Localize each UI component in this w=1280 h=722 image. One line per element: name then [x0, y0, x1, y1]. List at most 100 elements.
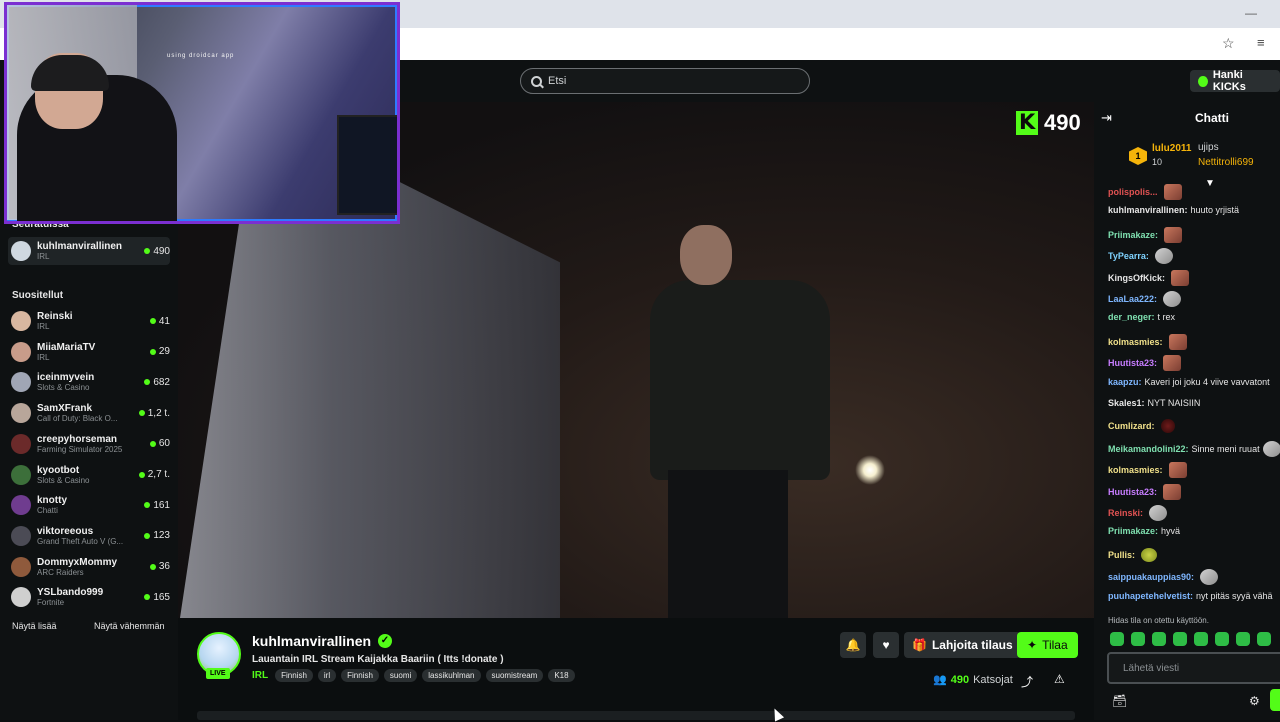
avatar	[11, 403, 31, 424]
sidebar-channel[interactable]: MiiaMariaTV IRL 29	[8, 338, 170, 366]
channel-category: Chatti	[37, 506, 58, 516]
chat-username[interactable]: KingsOfKick:	[1108, 273, 1165, 283]
channel-category: IRL	[37, 252, 50, 261]
chat-username[interactable]: kolmasmies:	[1108, 337, 1163, 347]
avatar	[11, 311, 31, 331]
emote-icon[interactable]	[1173, 632, 1187, 646]
stream-tag[interactable]: Finnish	[275, 669, 313, 682]
chat-message: kuhlmanvirallinen: huuto yrjistä	[1108, 205, 1239, 215]
channel-name: YSLbando999	[37, 587, 104, 599]
sidebar-channel[interactable]: kyootbot Slots & Casino 2,7 t.	[8, 461, 170, 489]
chat-message: Cumlizard:	[1108, 419, 1175, 434]
emote-icon[interactable]	[1194, 632, 1208, 646]
emote-icon[interactable]	[1110, 632, 1124, 646]
chat-username[interactable]: Huutista23:	[1108, 358, 1157, 368]
chat-username[interactable]: Meikamandolini22:	[1108, 444, 1189, 454]
show-less-link[interactable]: Näytä vähemmän	[94, 621, 165, 631]
get-kicks-label: Hanki KICKs	[1212, 69, 1246, 93]
chat-username[interactable]: Cumlizard:	[1108, 421, 1155, 431]
sidebar-channel[interactable]: YSLbando999 Fortnite 165	[8, 583, 170, 611]
kicks-coin-icon	[1198, 75, 1208, 87]
chat-username[interactable]: saippuakauppias90:	[1108, 572, 1194, 582]
reading-list-icon[interactable]: ≡	[1257, 35, 1265, 50]
minimize-icon[interactable]: —	[1245, 6, 1259, 20]
chat-username[interactable]: kolmasmies:	[1108, 465, 1163, 475]
sidebar-channel[interactable]: knotty Chatti 161	[8, 491, 170, 519]
chat-username[interactable]: Pullis:	[1108, 550, 1135, 560]
chat-emote	[1160, 419, 1175, 434]
channel-viewers: 165	[144, 592, 170, 603]
kick-logo-icon	[1016, 110, 1038, 135]
sidebar-channel[interactable]: Reinski IRL 41	[8, 307, 170, 335]
emote-icon[interactable]	[1215, 632, 1229, 646]
stream-tags: IRL Finnish irl Finnish suomi lassikuhlman su…	[252, 669, 575, 682]
stream-tag[interactable]: K18	[548, 669, 575, 682]
share-icon[interactable]: ⤴	[1021, 673, 1033, 690]
chat-message: Huutista23:	[1108, 355, 1182, 372]
recommended-heading: Suositellut	[12, 290, 64, 301]
channel-viewers: 1,2 t.	[138, 408, 170, 419]
stream-tag[interactable]: suomistream	[485, 669, 544, 682]
stream-tag[interactable]: Finnish	[341, 669, 379, 682]
avatar	[11, 341, 31, 362]
chat-username[interactable]: LaaLaa222:	[1108, 294, 1157, 304]
chat-username[interactable]: Skales1:	[1108, 398, 1145, 408]
sidebar-channel-kuhlmanvirallinen[interactable]: kuhlmanvirallinen IRL 490	[8, 237, 170, 265]
chat-username[interactable]: Huutista23:	[1108, 487, 1157, 497]
gear-icon[interactable]: ⚙	[1249, 694, 1260, 708]
streamer-name[interactable]: kuhlmanvirallinen	[252, 633, 371, 649]
chat-emote	[1164, 226, 1183, 243]
channel-name: iceinmyvein	[37, 372, 95, 384]
report-warning-icon[interactable]: ⚠	[1054, 672, 1065, 686]
chat-emote	[1163, 291, 1182, 307]
emote-icon[interactable]	[1257, 632, 1271, 646]
avatar	[11, 433, 31, 454]
channel-viewers: 682	[144, 377, 170, 388]
chat-username[interactable]: der_neger:	[1108, 312, 1155, 322]
sidebar-channel[interactable]: DommyxMommy ARC Raiders 36	[8, 553, 170, 581]
chat-username[interactable]: puuhapetehelvetist:	[1108, 591, 1193, 601]
notification-bell-button[interactable]: 🔔	[840, 632, 866, 658]
chat-message: polispolis...	[1108, 184, 1182, 200]
chat-username[interactable]: kaapzu:	[1108, 377, 1142, 387]
chat-username[interactable]: Priimakaze:	[1108, 526, 1158, 536]
emote-icon[interactable]	[1152, 632, 1166, 646]
verified-check-icon: ✓	[378, 634, 392, 648]
viewer-stats: 👥 490 Katsojat	[933, 673, 1013, 687]
collapse-chat-icon[interactable]: ⇥	[1101, 110, 1112, 126]
show-more-link[interactable]: Näytä lisää	[12, 621, 57, 631]
get-kicks-button[interactable]: Hanki KICKs	[1190, 69, 1280, 93]
chat-message: Skales1: NYT NAISIIN	[1108, 398, 1200, 408]
chat-message: der_neger: t rex	[1108, 312, 1175, 322]
chat-username[interactable]: Priimakaze:	[1108, 230, 1158, 240]
sidebar-channel[interactable]: iceinmyvein Slots & Casino 682	[8, 368, 170, 396]
follow-heart-button[interactable]: ♥	[873, 632, 899, 658]
live-dot-icon	[144, 532, 151, 539]
channel-name: knotty	[37, 495, 67, 507]
chat-username[interactable]: TyPearra:	[1108, 251, 1149, 261]
search-icon	[531, 75, 542, 87]
stream-tag[interactable]: suomi	[383, 669, 418, 682]
top-supporter-name: lulu2011	[1152, 143, 1192, 154]
chat-username[interactable]: kuhlmanvirallinen:	[1108, 205, 1188, 215]
chat-username[interactable]: Reinski:	[1108, 508, 1143, 518]
search-input[interactable]	[548, 75, 788, 87]
scroll-down-icon[interactable]: ▼	[1205, 178, 1215, 189]
sidebar-channel[interactable]: viktoreeous Grand Theft Auto V (G... 123	[8, 522, 170, 550]
sidebar-channel[interactable]: creepyhorseman Farming Simulator 2025 60	[8, 430, 170, 458]
live-dot-icon	[144, 594, 151, 601]
chat-message-input[interactable]	[1107, 652, 1280, 684]
send-button[interactable]	[1270, 689, 1280, 711]
subscribe-button[interactable]: ✦ Tilaa	[1017, 632, 1078, 658]
sidebar-channel[interactable]: SamXFrank Call of Duty: Black O... 1,2 t.	[8, 399, 170, 427]
chat-username[interactable]: polispolis...	[1108, 187, 1158, 197]
emote-icon[interactable]	[1131, 632, 1145, 646]
emote-icon[interactable]	[1236, 632, 1250, 646]
stream-tag[interactable]: irl	[317, 669, 337, 682]
category-link[interactable]: IRL	[252, 670, 268, 681]
gift-icon[interactable]: 🗃	[1112, 694, 1127, 708]
gift-sub-button[interactable]: 🎁 Lahjoita tilaus	[904, 632, 1021, 658]
stream-tag[interactable]: lassikuhlman	[422, 669, 481, 682]
search-box[interactable]	[520, 68, 810, 94]
bookmark-star-icon[interactable]: ☆	[1222, 35, 1235, 52]
